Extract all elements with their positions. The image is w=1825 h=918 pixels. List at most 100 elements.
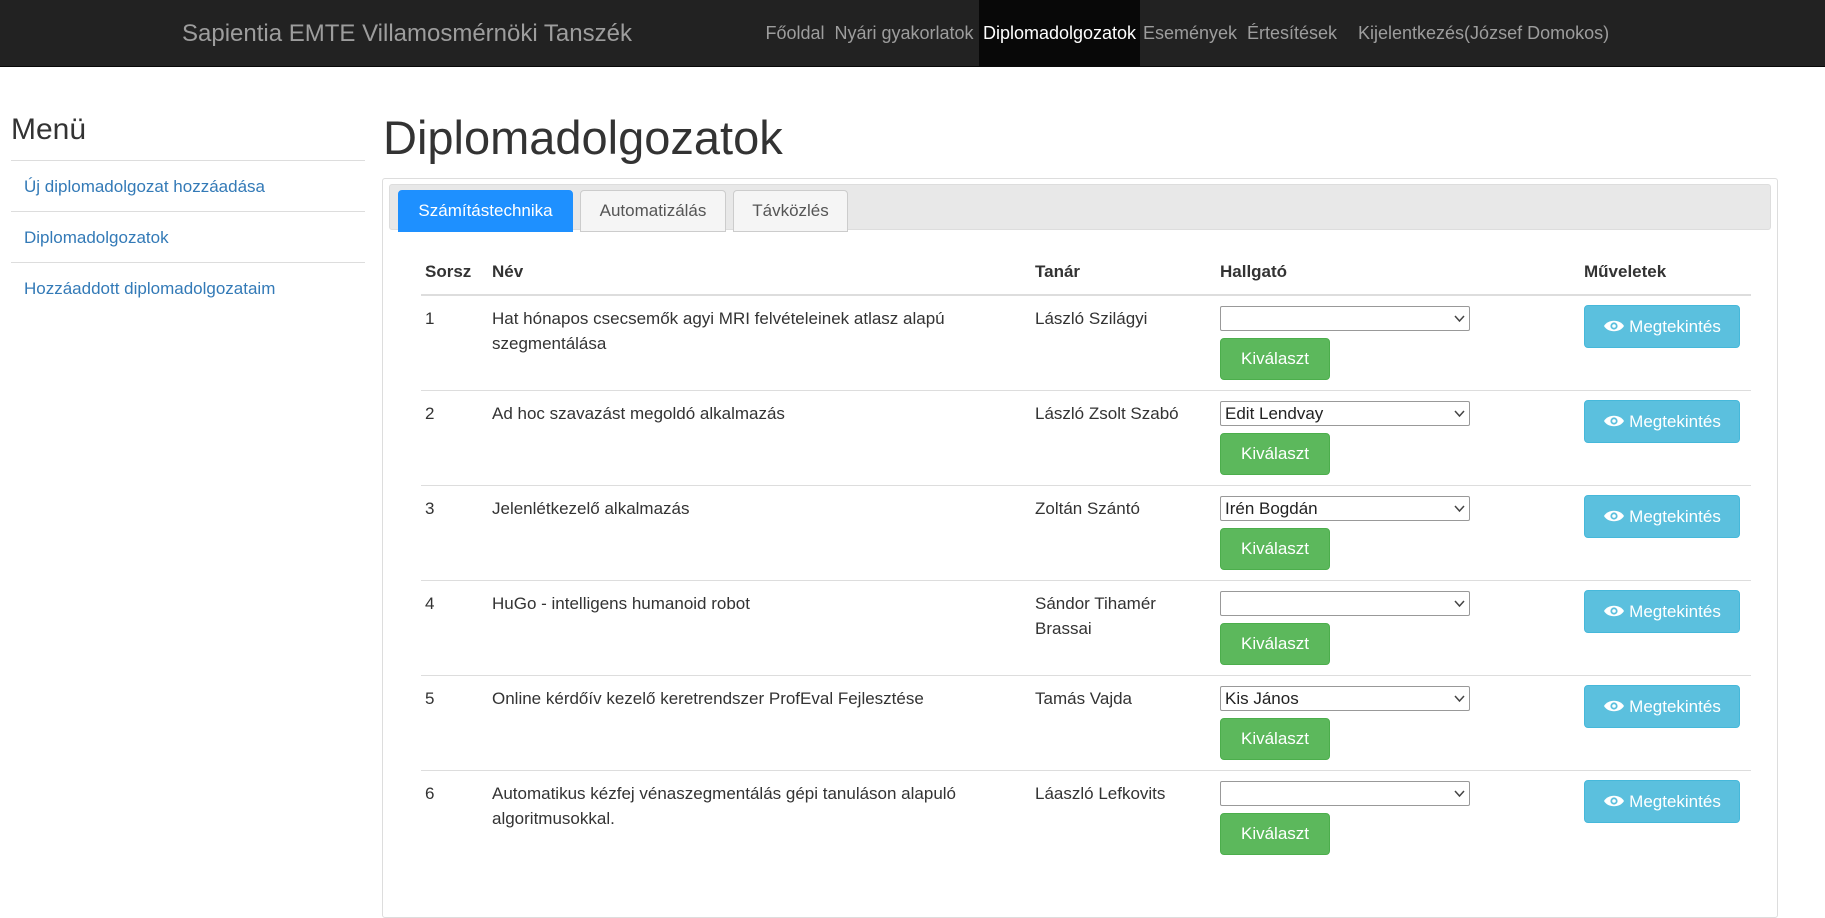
table-row: 6 Automatikus kézfej vénaszegmentálás gé…: [421, 769, 1751, 865]
row-thesis-name: Ad hoc szavazást megoldó alkalmazás: [488, 389, 1031, 485]
header-actions: Műveletek: [1580, 249, 1751, 296]
eye-icon: [1603, 687, 1625, 728]
row-student-cell: Kiválaszt: [1216, 579, 1580, 675]
row-student-cell: Irén Bogdán Kiválaszt: [1216, 484, 1580, 580]
row-number: 6: [421, 769, 488, 865]
table-row: 4 HuGo - intelligens humanoid robot Sánd…: [421, 579, 1751, 675]
row-teacher: Láaszló Lefkovits: [1031, 769, 1216, 865]
view-thesis-button[interactable]: Megtekintés: [1584, 305, 1740, 348]
table-row: 1 Hat hónapos csecsemők agyi MRI felvéte…: [421, 295, 1751, 390]
eye-icon: [1603, 402, 1625, 443]
chevron-down-icon: [1454, 687, 1465, 718]
chevron-down-icon: [1454, 782, 1465, 813]
row-thesis-name: Automatikus kézfej vénaszegmentálás gépi…: [488, 769, 1031, 865]
row-thesis-name: Hat hónapos csecsemők agyi MRI felvétele…: [492, 309, 945, 353]
row-actions-cell: Megtekintés: [1580, 769, 1751, 865]
table-row: 2 Ad hoc szavazást megoldó alkalmazás Lá…: [421, 389, 1751, 485]
student-select[interactable]: [1220, 306, 1470, 331]
student-select[interactable]: [1220, 780, 1470, 806]
row-number: 2: [421, 389, 488, 485]
nav-item-theses[interactable]: Diplomadolgozatok: [979, 0, 1140, 67]
row-actions-cell: Megtekintés: [1580, 579, 1751, 675]
chevron-down-icon: [1454, 497, 1465, 528]
view-button-label: Megtekintés: [1629, 696, 1721, 716]
nav-item-logout[interactable]: Kijelentkezés(József Domokos): [1358, 0, 1609, 67]
table-header-row: Sorsz Név Tanár Hallgató Műveletek: [421, 249, 1751, 296]
sidebar-item-add-thesis[interactable]: Új diplomadolgozat hozzáadása: [11, 160, 365, 211]
view-button-label: Megtekintés: [1629, 601, 1721, 621]
row-teacher: Sándor Tihamér Brassai: [1031, 579, 1216, 675]
sidebar-item-my-added-theses[interactable]: Hozzáaddott diplomadolgozataim: [11, 262, 365, 313]
header-number: Sorsz: [421, 249, 488, 296]
nav-item-events[interactable]: Események: [1142, 0, 1238, 67]
sidebar-title: Menü: [11, 113, 87, 146]
header-name: Név: [488, 249, 1031, 296]
select-student-button[interactable]: Kiválaszt: [1220, 622, 1330, 665]
tab-automation[interactable]: Automatizálás: [580, 190, 726, 232]
chevron-down-icon: [1454, 307, 1465, 338]
student-select-value: Edit Lendvay: [1225, 403, 1324, 423]
row-number: 1: [425, 309, 435, 328]
view-thesis-button[interactable]: Megtekintés: [1584, 494, 1740, 538]
row-teacher: László Szilágyi: [1035, 309, 1148, 328]
row-thesis-name: Jelenlétkezelő alkalmazás: [488, 484, 1031, 580]
select-student-button[interactable]: Kiválaszt: [1220, 432, 1330, 475]
view-button-label: Megtekintés: [1629, 411, 1721, 431]
eye-icon: [1603, 307, 1625, 348]
view-button-label: Megtekintés: [1629, 317, 1721, 336]
nav-item-home[interactable]: Főoldal: [760, 0, 830, 67]
row-student-cell: Kiválaszt: [1216, 295, 1580, 390]
student-select[interactable]: [1220, 590, 1470, 616]
view-thesis-button[interactable]: Megtekintés: [1584, 399, 1740, 443]
table-row: 3 Jelenlétkezelő alkalmazás Zoltán Szánt…: [421, 484, 1751, 580]
student-select[interactable]: Irén Bogdán: [1220, 495, 1470, 521]
tab-computer-science[interactable]: Számítástechnika: [398, 190, 573, 232]
view-thesis-button[interactable]: Megtekintés: [1584, 589, 1740, 633]
row-student-cell: Edit Lendvay Kiválaszt: [1216, 389, 1580, 485]
table-row: 5 Online kérdőív kezelő keretrendszer Pr…: [421, 674, 1751, 770]
row-thesis-name: HuGo - intelligens humanoid robot: [488, 579, 1031, 675]
header-teacher: Tanár: [1031, 249, 1216, 296]
view-button-label: Megtekintés: [1629, 506, 1721, 526]
row-student-cell: Kiválaszt: [1216, 769, 1580, 865]
chevron-down-icon: [1454, 402, 1465, 433]
theses-table: Sorsz Név Tanár Hallgató Műveletek 1 Hat…: [421, 249, 1751, 865]
nav-item-summer-internships[interactable]: Nyári gyakorlatok: [832, 0, 976, 67]
row-student-cell: Kis János Kiválaszt: [1216, 674, 1580, 770]
nav-item-notifications[interactable]: Értesítések: [1244, 0, 1340, 67]
student-select[interactable]: Kis János: [1220, 685, 1470, 711]
row-number: 4: [421, 579, 488, 675]
theses-panel: Számítástechnika Automatizálás Távközlés…: [382, 178, 1778, 918]
row-teacher: Zoltán Szántó: [1031, 484, 1216, 580]
page-title: Diplomadolgozatok: [383, 111, 783, 164]
brand-title[interactable]: Sapientia EMTE Villamosmérnöki Tanszék: [182, 0, 632, 67]
select-student-button[interactable]: Kiválaszt: [1220, 717, 1330, 760]
student-select-value: Kis János: [1225, 688, 1299, 708]
row-number: 5: [421, 674, 488, 770]
header-student: Hallgató: [1216, 249, 1580, 296]
eye-icon: [1603, 497, 1625, 538]
student-select-value: Irén Bogdán: [1225, 498, 1318, 518]
sidebar-item-theses[interactable]: Diplomadolgozatok: [11, 211, 365, 262]
row-actions-cell: Megtekintés: [1580, 674, 1751, 770]
row-thesis-name: Online kérdőív kezelő keretrendszer Prof…: [488, 674, 1031, 770]
row-number: 3: [421, 484, 488, 580]
chevron-down-icon: [1454, 592, 1465, 623]
row-actions-cell: Megtekintés: [1580, 484, 1751, 580]
student-select[interactable]: Edit Lendvay: [1220, 400, 1470, 426]
select-student-button[interactable]: Kiválaszt: [1220, 812, 1330, 855]
tab-telecommunications[interactable]: Távközlés: [733, 190, 848, 232]
view-button-label: Megtekintés: [1629, 791, 1721, 811]
row-teacher: Tamás Vajda: [1031, 674, 1216, 770]
eye-icon: [1603, 592, 1625, 633]
view-thesis-button[interactable]: Megtekintés: [1584, 779, 1740, 823]
select-student-button[interactable]: Kiválaszt: [1220, 338, 1330, 380]
sidebar-menu: Új diplomadolgozat hozzáadása Diplomadol…: [11, 160, 365, 313]
view-thesis-button[interactable]: Megtekintés: [1584, 684, 1740, 728]
tab-bar: Számítástechnika Automatizálás Távközlés: [389, 184, 1771, 232]
select-student-button[interactable]: Kiválaszt: [1220, 527, 1330, 570]
row-actions-cell: Megtekintés: [1580, 389, 1751, 485]
eye-icon: [1603, 782, 1625, 823]
row-actions-cell: Megtekintés: [1580, 295, 1751, 390]
top-navbar: Sapientia EMTE Villamosmérnöki Tanszék F…: [0, 0, 1825, 67]
